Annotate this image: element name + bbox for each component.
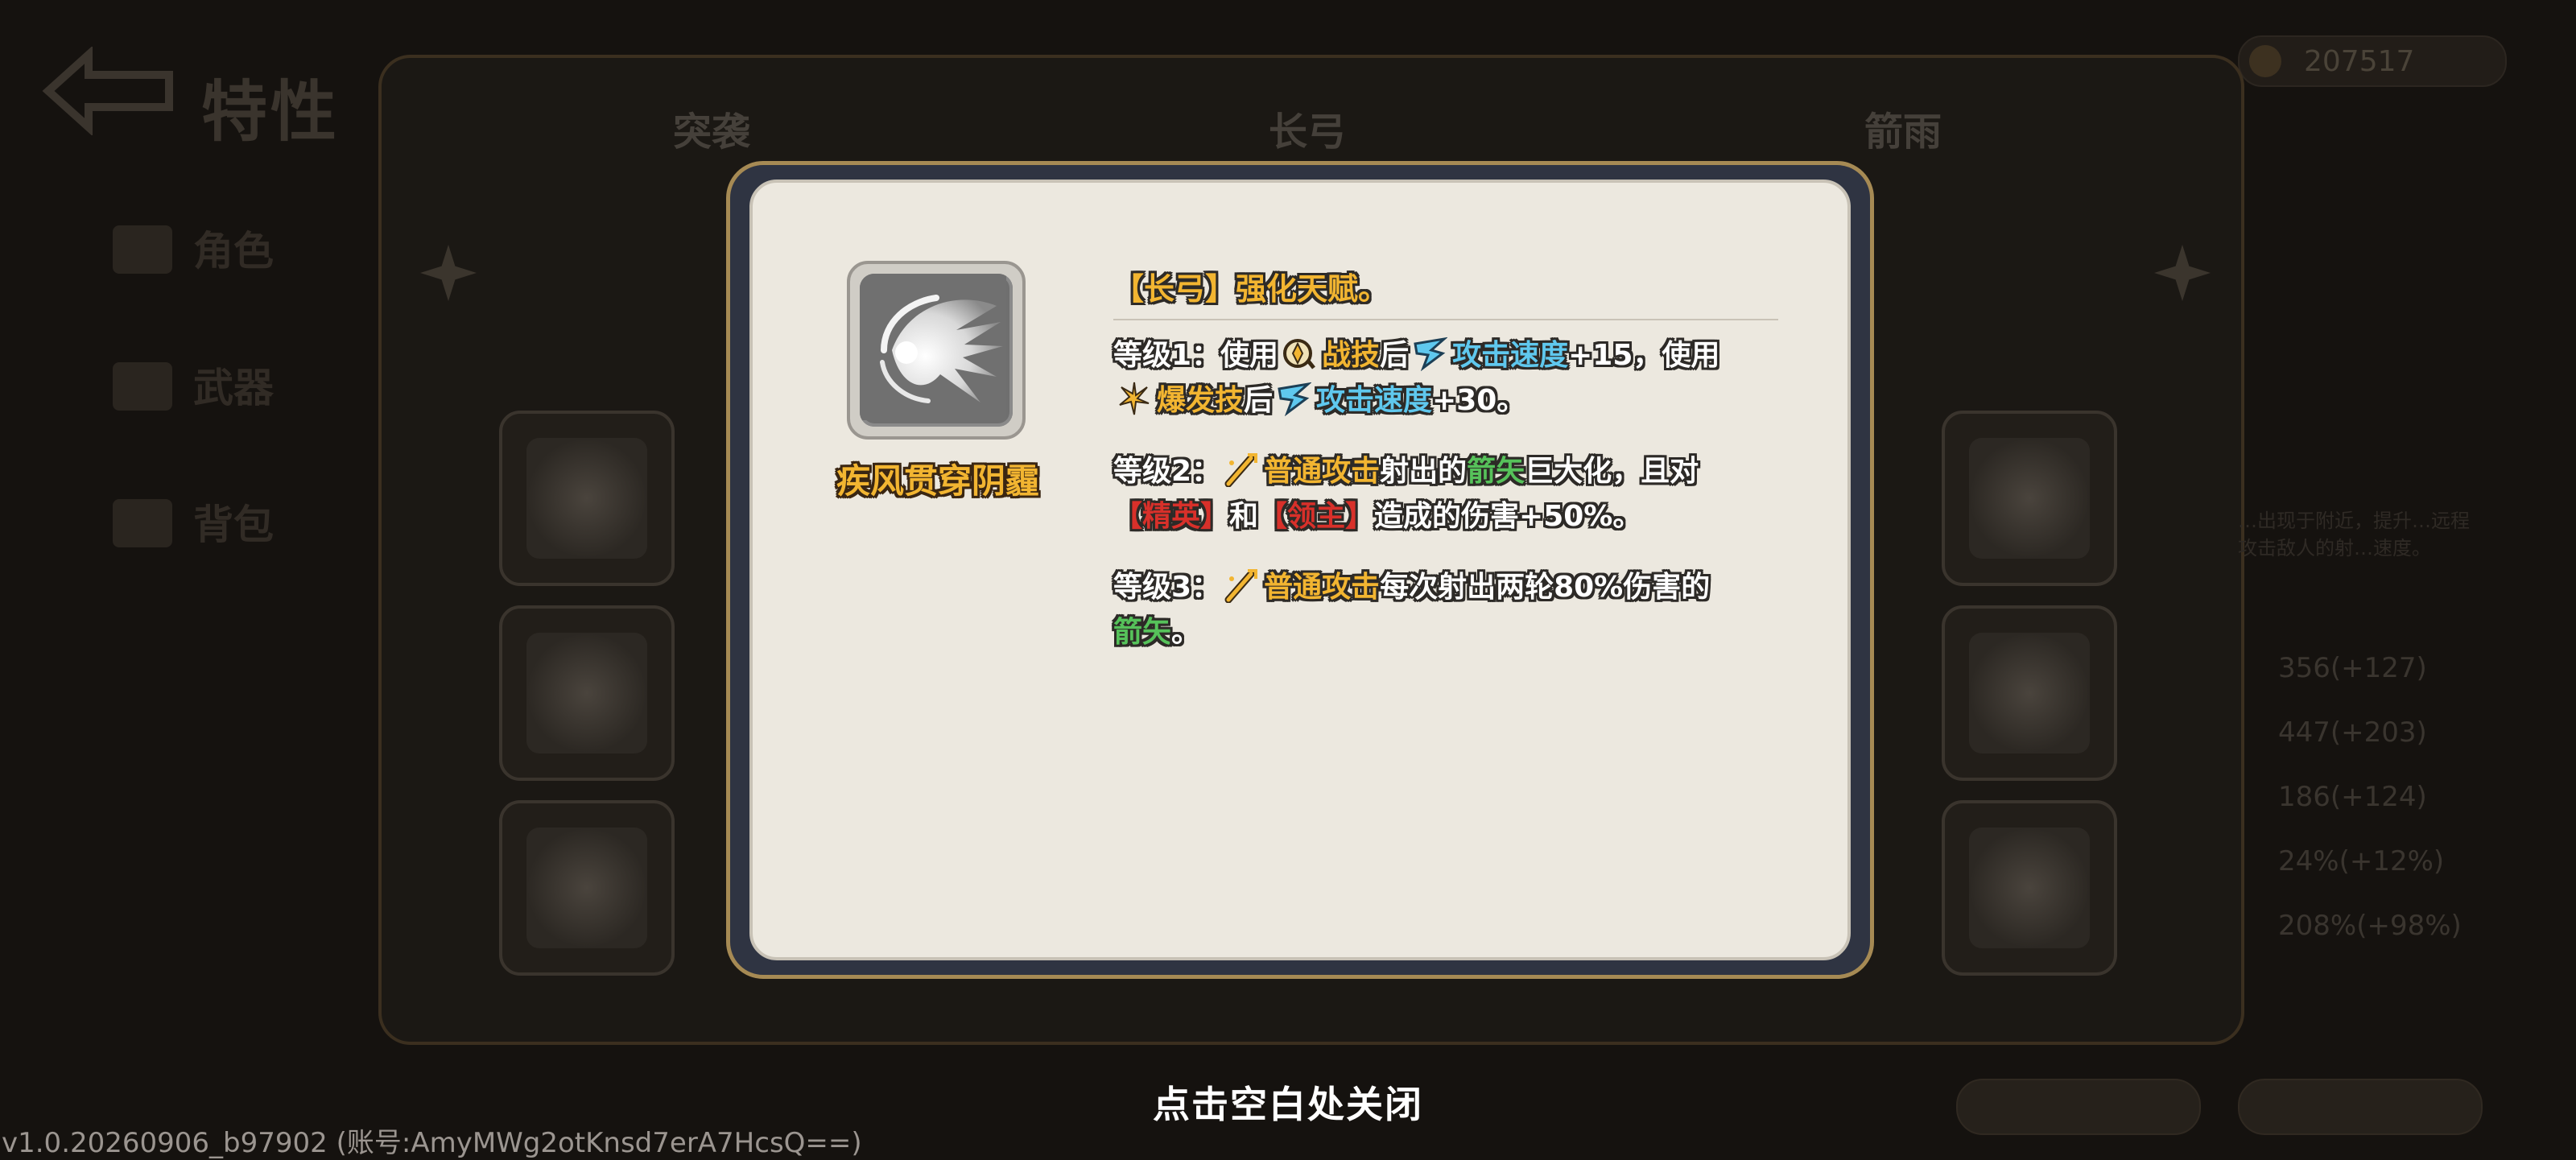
keyword-burst-skill: 爆发技 [1157,384,1245,417]
wind-arrow-burst-icon [860,274,1013,427]
character-icon [113,225,172,274]
tab-assault[interactable]: 突袭 [673,100,750,156]
skill-name: 疾风贯穿阴霾 [836,461,1039,501]
weapon-icon [113,362,172,411]
stat-value: 24%(+12%) [2278,845,2445,877]
talent-node[interactable] [499,800,675,976]
back-arrow-icon[interactable] [40,47,177,135]
level-label: 等级3： [1113,571,1221,604]
character-description: …出现于附近，提升…远程攻击敌人的射…速度。 [2238,510,2470,559]
side-menu-item-character[interactable]: 角色 [193,219,274,277]
burst-skill-icon [1119,382,1150,415]
battle-skill-icon [1283,339,1316,369]
level-2-description: 等级2： 普通攻击射出的箭矢巨大化，且对 【精英】和【领主】造成的伤害+50%。 [1113,449,1790,539]
talent-title: 【长弓】强化天赋。 [1113,271,1389,307]
talent-node[interactable] [1942,605,2117,781]
level-label: 等级2： [1113,455,1221,488]
coin-icon [2249,45,2281,77]
keyword-arrow: 箭矢 [1113,616,1172,649]
level-label: 等级1：使用 [1113,339,1279,372]
skill-icon-frame [847,261,1026,440]
stat-value: 186(+124) [2278,781,2427,813]
normal-attack-icon [1224,569,1258,603]
currency-display: 207517 [2238,35,2507,87]
side-menu-item-weapon[interactable]: 武器 [193,356,274,414]
talent-node[interactable] [499,605,675,781]
divider [1113,319,1778,320]
keyword-normal-attack: 普通攻击 [1264,455,1381,488]
keyword-arrow: 箭矢 [1467,455,1525,488]
keyword-boss: 【领主】 [1258,500,1375,533]
attack-speed-icon [1414,336,1448,371]
currency-value: 207517 [2304,45,2415,78]
tab-longbow[interactable]: 长弓 [1269,100,1346,156]
level-1-description: 等级1：使用 战技后 攻击速度+15，使用 爆发技后 攻击速度+30。 [1113,333,1790,423]
bag-icon [113,499,172,547]
talent-node[interactable] [1942,411,2117,586]
keyword-elite: 【精英】 [1113,500,1230,533]
talent-node[interactable] [499,411,675,586]
side-menu-item-bag[interactable]: 背包 [193,493,274,551]
keyword-normal-attack: 普通攻击 [1264,571,1381,604]
keyword-attack-speed: 攻击速度 [1452,339,1569,372]
keyword-battle-skill: 战技 [1322,339,1381,372]
level-3-description: 等级3： 普通攻击每次射出两轮80%伤害的 箭矢。 [1113,565,1790,655]
version-label: v1.0.20260906_b97902 (账号:AmyMWg2otKnsd7e… [2,1127,862,1159]
stat-value: 447(+203) [2278,716,2427,749]
normal-attack-icon [1224,453,1258,487]
keyword-attack-speed: 攻击速度 [1316,384,1433,417]
stat-value: 356(+127) [2278,652,2427,684]
stat-value: 208%(+98%) [2278,910,2462,942]
screen-title: 特性 [201,74,341,151]
talent-node[interactable] [1942,800,2117,976]
tab-arrow-rain[interactable]: 箭雨 [1864,100,1942,156]
attack-speed-icon [1278,382,1312,416]
